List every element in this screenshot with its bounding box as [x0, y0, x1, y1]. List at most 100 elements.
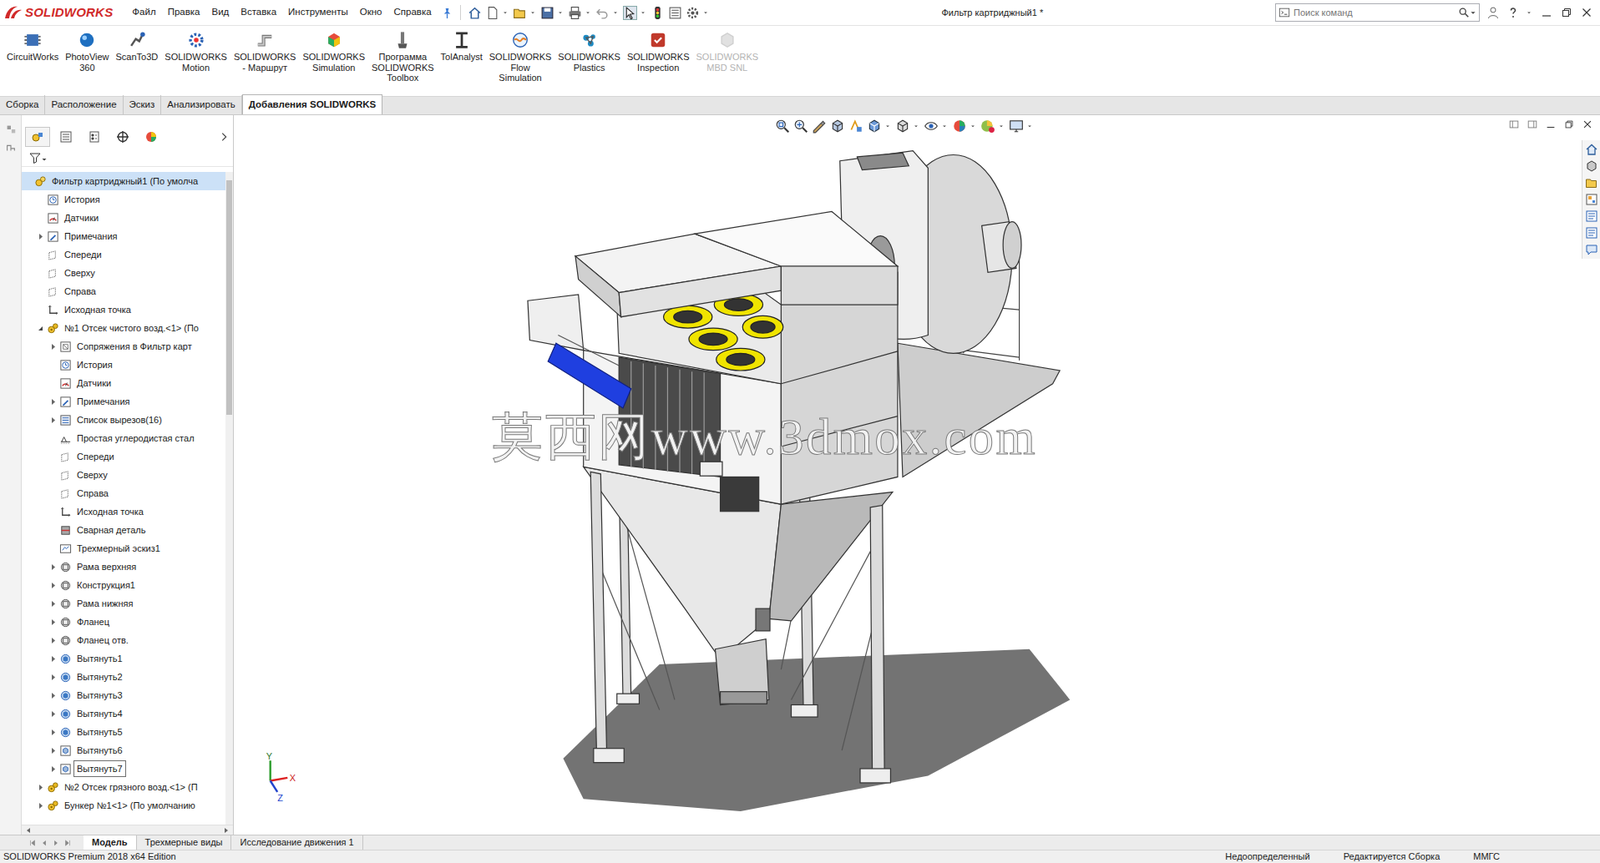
- zoomarea-icon[interactable]: [793, 118, 809, 134]
- ribbon-button[interactable]: CircuitWorks: [3, 30, 62, 63]
- dropdown-caret-icon[interactable]: [1524, 8, 1534, 17]
- close-icon[interactable]: [1579, 5, 1594, 20]
- expand-arrow-icon[interactable]: [48, 654, 58, 664]
- panel-tab[interactable]: [138, 126, 164, 147]
- ribbon-button[interactable]: PhotoView 360: [61, 30, 112, 73]
- expand-arrow-icon[interactable]: [48, 709, 58, 719]
- search-icon[interactable]: [1458, 6, 1470, 19]
- dropdown-caret-icon[interactable]: [611, 8, 620, 17]
- breadcrumb-icon[interactable]: [5, 141, 17, 154]
- expand-arrow-icon[interactable]: [48, 342, 58, 352]
- tree-item[interactable]: Сварная деталь: [21, 521, 226, 540]
- model-tab[interactable]: Модель: [83, 835, 137, 851]
- tree-item[interactable]: Вытянуть1: [21, 649, 226, 669]
- navlast-icon[interactable]: [63, 839, 72, 848]
- tileright-icon[interactable]: [1526, 118, 1539, 131]
- expand-arrow-icon[interactable]: [48, 562, 58, 573]
- model-tab[interactable]: Исследование движения 1: [231, 835, 363, 851]
- tree-item[interactable]: Исходная точка: [21, 300, 226, 319]
- tree-item[interactable]: Примечания: [21, 392, 226, 411]
- chevron-right-icon[interactable]: [217, 131, 230, 143]
- filelist-icon[interactable]: [668, 5, 683, 21]
- ribbon-button[interactable]: ScanTo3D: [112, 30, 163, 63]
- tree-item[interactable]: Рама нижняя: [21, 594, 226, 613]
- parts-icon[interactable]: [1584, 159, 1599, 173]
- pin-icon[interactable]: [440, 6, 454, 20]
- tree-item[interactable]: Сопряжения в Фильтр карт: [21, 337, 226, 356]
- ribbon-button[interactable]: TolAnalyst: [437, 30, 487, 63]
- tree-scrollbar[interactable]: [225, 172, 233, 826]
- expand-arrow-icon[interactable]: [48, 728, 58, 738]
- tree-item[interactable]: Вытянуть7: [21, 759, 226, 779]
- dropdown-caret-icon[interactable]: [638, 8, 648, 17]
- home-icon[interactable]: [467, 5, 482, 21]
- tree-item[interactable]: Вытянуть3: [21, 686, 226, 705]
- expand-arrow-icon[interactable]: [48, 673, 58, 683]
- expand-arrow-icon[interactable]: [48, 415, 58, 426]
- menu-item[interactable]: Правка: [162, 5, 207, 20]
- search-input[interactable]: [1290, 5, 1459, 21]
- model-tab[interactable]: Трехмерные виды: [136, 835, 233, 851]
- graphics-area[interactable]: 莫西网www.3dmox.com Y X Z: [233, 115, 1600, 836]
- menu-item[interactable]: Файл: [126, 5, 162, 20]
- filter-icon[interactable]: [28, 151, 42, 165]
- tree-item[interactable]: История: [21, 190, 226, 209]
- dropdown-caret-icon[interactable]: [911, 121, 921, 131]
- tree-item[interactable]: Фильтр картриджный1 (По умолча: [21, 172, 226, 191]
- expand-arrow-icon[interactable]: [48, 397, 58, 407]
- command-tab[interactable]: Эскиз: [123, 95, 163, 115]
- prevview-icon[interactable]: [811, 118, 827, 134]
- tree-item[interactable]: Трехмерный эскиз1: [21, 539, 226, 558]
- tree-item[interactable]: Вытянуть6: [21, 741, 226, 760]
- tree-item[interactable]: Сверху: [21, 465, 226, 485]
- dropdown-caret-icon[interactable]: [883, 121, 892, 131]
- dropdown-caret-icon[interactable]: [1469, 6, 1477, 19]
- tree-item[interactable]: Исходная точка: [21, 502, 226, 522]
- panel-tab[interactable]: [25, 126, 51, 147]
- tileleft-icon[interactable]: [1508, 118, 1520, 131]
- expand-arrow-icon[interactable]: [48, 636, 58, 646]
- layout-icon[interactable]: [5, 123, 17, 136]
- command-tab[interactable]: Сборка: [0, 95, 46, 115]
- ribbon-button[interactable]: SOLIDWORKS Flow Simulation: [486, 30, 556, 84]
- props-icon[interactable]: [1584, 226, 1599, 240]
- ribbon-button[interactable]: SOLIDWORKS Motion: [161, 30, 231, 73]
- props-icon[interactable]: [1584, 209, 1599, 223]
- panel-tab[interactable]: [81, 126, 107, 147]
- expand-arrow-icon[interactable]: [48, 746, 58, 756]
- appearance-icon[interactable]: [951, 118, 968, 134]
- horizontal-scrollbar[interactable]: [21, 825, 233, 836]
- dropdown-caret-icon[interactable]: [701, 8, 710, 17]
- tree-item[interactable]: Конструкция1: [21, 576, 226, 595]
- dropdown-caret-icon[interactable]: [583, 8, 593, 17]
- panel-tab[interactable]: [110, 126, 136, 147]
- expand-arrow-icon[interactable]: [48, 764, 58, 775]
- menu-item[interactable]: Инструменты: [282, 5, 355, 20]
- tree-item[interactable]: Датчики: [21, 374, 226, 393]
- hideshow-icon[interactable]: [923, 118, 939, 134]
- tree-item[interactable]: Вытянуть2: [21, 668, 226, 687]
- tree-item[interactable]: Справа: [21, 484, 226, 503]
- command-tab[interactable]: Расположение: [45, 95, 123, 115]
- folder-icon[interactable]: [1584, 176, 1599, 190]
- open-icon[interactable]: [512, 5, 527, 21]
- monitor-icon[interactable]: [1008, 118, 1024, 134]
- tree-item[interactable]: Сверху: [21, 263, 226, 283]
- tree-item[interactable]: Вытянуть4: [21, 704, 226, 724]
- tree-item[interactable]: История: [21, 355, 226, 375]
- forum-icon[interactable]: [1584, 243, 1599, 257]
- section-icon[interactable]: [830, 118, 846, 134]
- tree-item[interactable]: Примечания: [21, 227, 226, 246]
- ribbon-button[interactable]: SOLIDWORKS Simulation: [298, 30, 369, 73]
- user-icon[interactable]: [1486, 5, 1500, 20]
- close-icon[interactable]: [1581, 118, 1594, 131]
- vieworient-icon[interactable]: [866, 118, 882, 134]
- undo-icon[interactable]: [595, 5, 610, 21]
- navnext-icon[interactable]: [51, 839, 61, 848]
- select-icon[interactable]: [622, 5, 638, 21]
- tree-item[interactable]: Датчики: [21, 208, 226, 228]
- home-icon[interactable]: [1584, 142, 1599, 157]
- command-search[interactable]: [1275, 3, 1480, 22]
- tree-item[interactable]: Спереди: [21, 447, 226, 466]
- newdoc-icon[interactable]: [485, 5, 500, 21]
